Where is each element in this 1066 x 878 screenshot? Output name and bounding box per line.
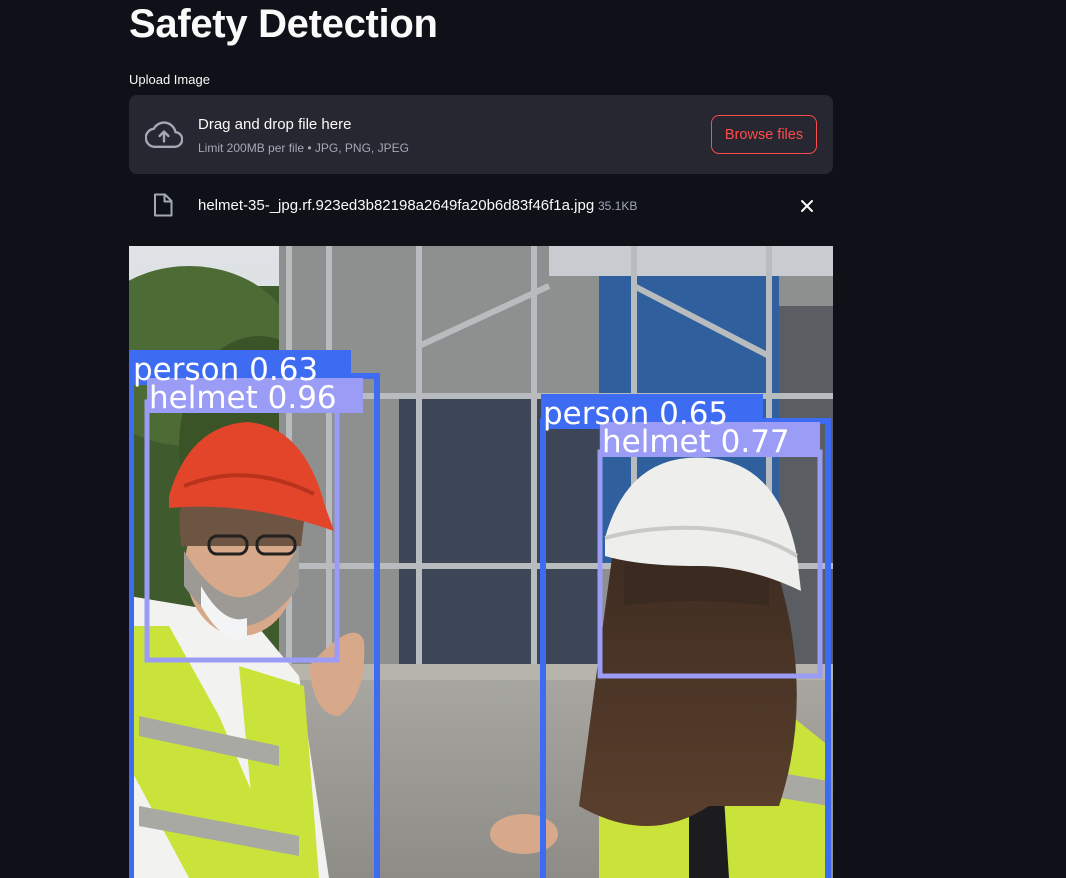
uploaded-file-item: helmet-35-_jpg.rf.923ed3b82198a2649fa20b… [129, 188, 833, 222]
dropzone-limit-text: Limit 200MB per file • JPG, PNG, JPEG [198, 141, 409, 155]
uploaded-file-name: helmet-35-_jpg.rf.923ed3b82198a2649fa20b… [198, 197, 595, 214]
app-root: Safety Detection Upload Image Drag and d… [0, 0, 1066, 878]
uploaded-file-size: 35.1KB [598, 199, 638, 213]
cloud-upload-icon [145, 121, 183, 148]
close-icon[interactable] [797, 196, 817, 216]
helmet-label-1: helmet 0.96 [149, 380, 337, 416]
dropzone-instructions: Drag and drop file here [198, 116, 352, 133]
upload-label: Upload Image [129, 72, 210, 87]
file-icon [154, 193, 173, 217]
page-title: Safety Detection [129, 2, 438, 46]
detection-result-image: person 0.63 helmet 0.96 person 0.65 helm… [129, 246, 833, 878]
file-dropzone[interactable]: Drag and drop file here Limit 200MB per … [129, 95, 833, 174]
detection-photo: person 0.63 helmet 0.96 person 0.65 helm… [129, 246, 833, 878]
browse-files-button[interactable]: Browse files [711, 115, 817, 154]
helmet-label-2: helmet 0.77 [602, 424, 790, 460]
